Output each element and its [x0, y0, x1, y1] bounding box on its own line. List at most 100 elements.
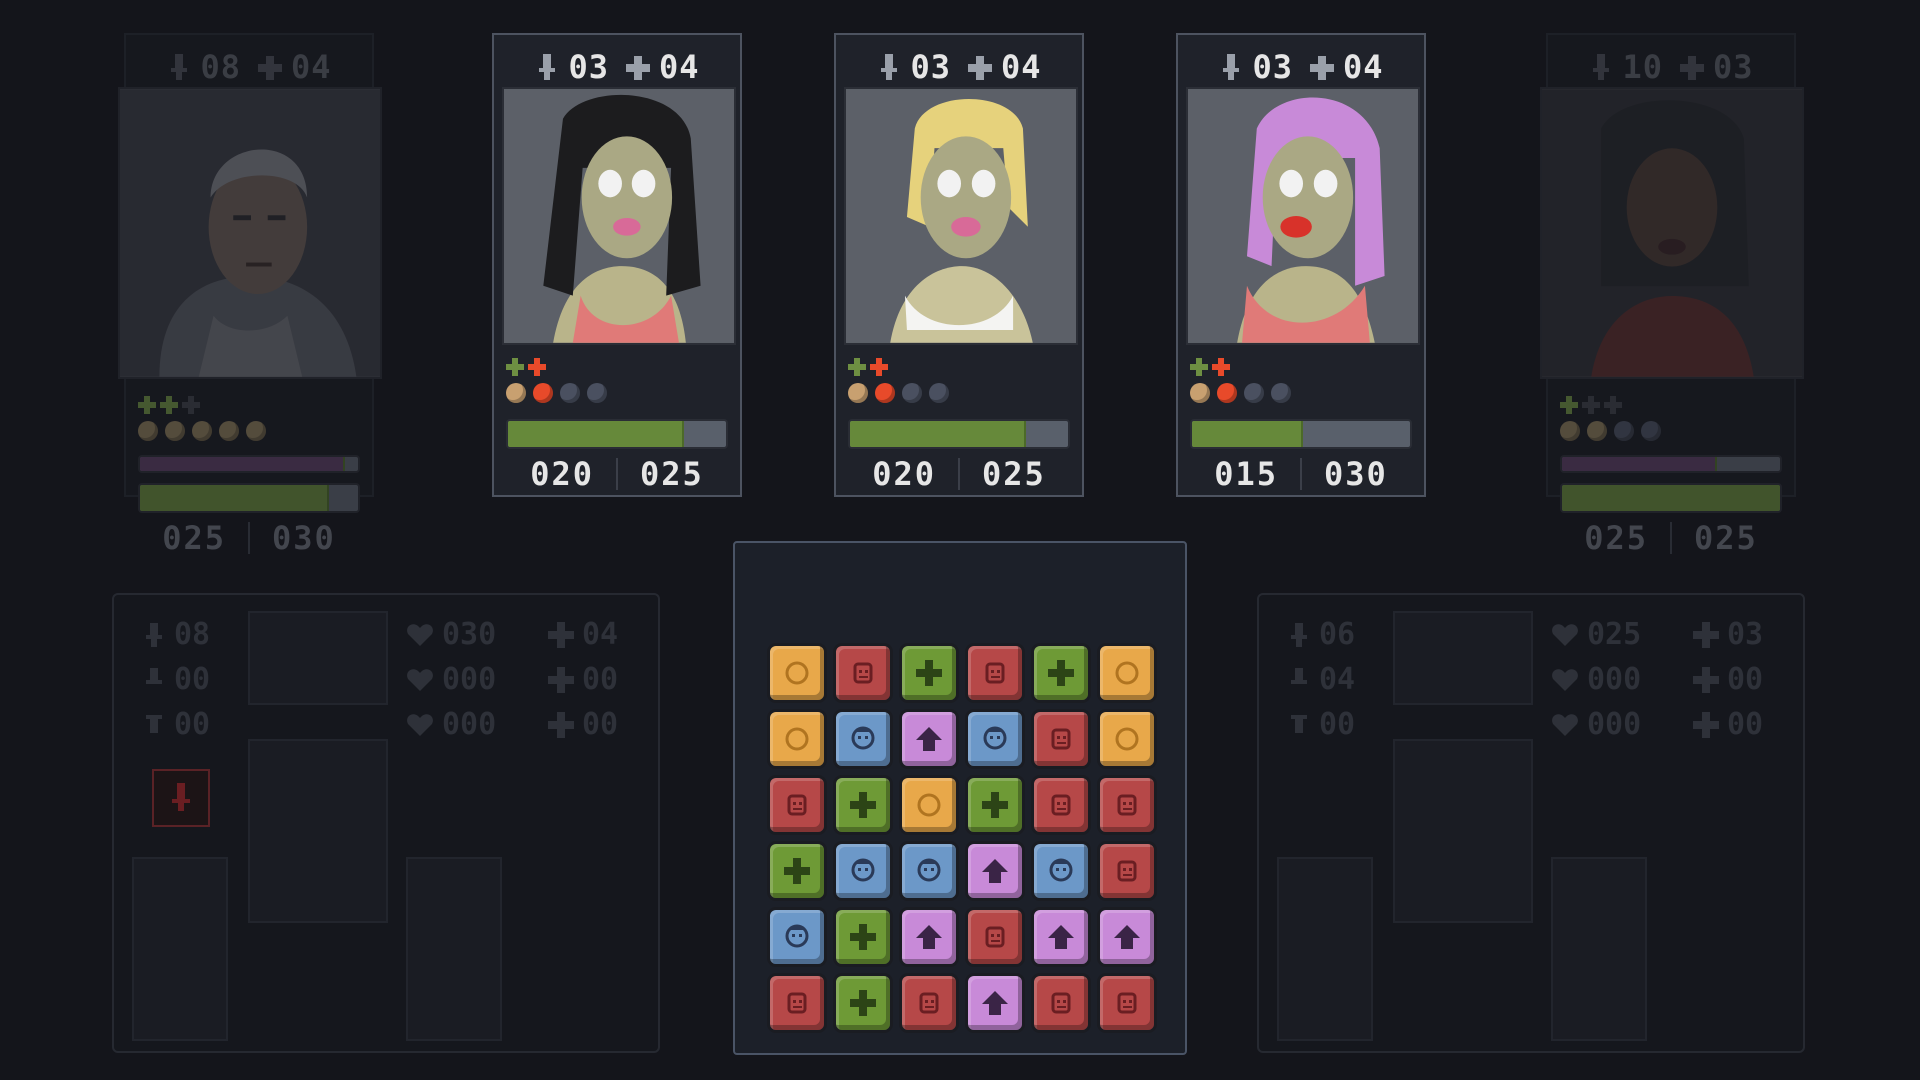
plus-shield-icon [258, 56, 282, 80]
tile-arrow[interactable] [899, 907, 959, 967]
panel-slot[interactable] [248, 739, 388, 923]
tile-face[interactable] [767, 775, 827, 835]
tile-coin[interactable] [1097, 643, 1157, 703]
hp-current: 025 [1584, 519, 1648, 557]
sword-icon [1223, 54, 1240, 80]
panel-armor-bonus-value: 00 [1727, 662, 1764, 697]
attack-value: 10 [1622, 48, 1663, 86]
panel-armor-debuff: 00 [1693, 707, 1763, 742]
face-icon [985, 662, 1005, 684]
tile-face[interactable] [899, 973, 959, 1033]
panel-attack: 08 [142, 617, 210, 652]
plus-pip-icon [528, 358, 546, 376]
tile-plus[interactable] [1031, 643, 1091, 703]
portrait-woman-dark [1540, 87, 1804, 379]
tile-person[interactable] [833, 841, 893, 901]
character-card-1[interactable]: 03 04 020 025 [492, 33, 742, 497]
tile-plus[interactable] [767, 841, 827, 901]
character-card-4[interactable]: 10 03 025 025 [1540, 33, 1804, 557]
tile-face[interactable] [965, 643, 1025, 703]
tile-face[interactable] [833, 643, 893, 703]
character-card-3[interactable]: 03 04 015 030 [1176, 33, 1426, 497]
panel-slot[interactable] [132, 857, 228, 1041]
tile-person[interactable] [767, 907, 827, 967]
face-icon [787, 794, 807, 816]
tile-plus[interactable] [833, 907, 893, 967]
tile-person[interactable] [965, 709, 1025, 769]
health-bar [1560, 483, 1782, 513]
charge-dot [1217, 383, 1237, 403]
health-bar-fill [140, 485, 330, 511]
tile-person[interactable] [833, 709, 893, 769]
plus-icon [982, 792, 1008, 818]
tile-plus[interactable] [833, 973, 893, 1033]
panel-health: 025 [1551, 617, 1641, 652]
tile-plus[interactable] [833, 775, 893, 835]
status-pips [1560, 395, 1782, 415]
panel-slot[interactable] [1551, 857, 1647, 1041]
card-body: 020 025 [506, 357, 728, 493]
tile-face[interactable] [1097, 841, 1157, 901]
armor-value: 04 [659, 48, 700, 86]
plus-icon [784, 858, 810, 884]
plus-shield-icon [548, 621, 574, 648]
tile-arrow[interactable] [965, 841, 1025, 901]
arrow-icon [1048, 925, 1074, 949]
heart-minus-icon [1552, 713, 1578, 736]
charge-dot [1560, 421, 1580, 441]
face-icon [985, 926, 1005, 948]
attack-buff-slot[interactable] [152, 769, 210, 827]
tile-coin[interactable] [899, 775, 959, 835]
hp-divider [1670, 522, 1672, 554]
charge-dots [1560, 421, 1782, 441]
panel-slot[interactable] [1393, 611, 1533, 705]
coin-icon [1115, 661, 1139, 685]
status-pips [506, 357, 728, 377]
plus-icon [850, 990, 876, 1016]
plus-pip-icon [1604, 396, 1622, 414]
tile-face[interactable] [767, 973, 827, 1033]
tile-person[interactable] [899, 841, 959, 901]
tile-arrow[interactable] [1031, 907, 1091, 967]
plus-pip-icon [870, 358, 888, 376]
tile-plus[interactable] [899, 643, 959, 703]
tile-coin[interactable] [1097, 709, 1157, 769]
plus-shield-icon [548, 711, 574, 738]
tile-face[interactable] [965, 907, 1025, 967]
match-board [733, 541, 1187, 1055]
panel-slot[interactable] [248, 611, 388, 705]
portrait-zombie-blonde [844, 87, 1078, 345]
face-icon [1117, 794, 1137, 816]
sword-icon [171, 54, 188, 80]
panel-slot[interactable] [1277, 857, 1373, 1041]
panel-armor-bonus: 00 [1693, 662, 1763, 697]
character-card-0[interactable]: 08 04 025 030 [118, 33, 382, 557]
tile-arrow[interactable] [965, 973, 1025, 1033]
coin-icon [785, 661, 809, 685]
plus-pip-icon [138, 396, 156, 414]
hp-max: 025 [982, 455, 1046, 493]
face-icon [1051, 794, 1071, 816]
tile-plus[interactable] [965, 775, 1025, 835]
tile-face[interactable] [1031, 709, 1091, 769]
panel-armor: 03 [1693, 617, 1763, 652]
plus-pip-icon [1212, 358, 1230, 376]
panel-slot[interactable] [406, 857, 502, 1041]
hp-current: 020 [872, 455, 936, 493]
tile-face[interactable] [1097, 973, 1157, 1033]
character-card-2[interactable]: 03 04 020 025 [834, 33, 1084, 497]
tile-person[interactable] [1031, 841, 1091, 901]
tile-arrow[interactable] [1097, 907, 1157, 967]
tile-coin[interactable] [767, 709, 827, 769]
tile-face[interactable] [1031, 973, 1091, 1033]
panel-slot[interactable] [1393, 739, 1533, 923]
plus-shield-icon [626, 56, 650, 80]
tile-face[interactable] [1031, 775, 1091, 835]
tile-coin[interactable] [767, 643, 827, 703]
hp-row: 025 025 [1560, 519, 1782, 557]
coin-icon [785, 727, 809, 751]
hp-max: 025 [640, 455, 704, 493]
tile-arrow[interactable] [899, 709, 959, 769]
tile-face[interactable] [1097, 775, 1157, 835]
armor-value: 04 [291, 48, 332, 86]
